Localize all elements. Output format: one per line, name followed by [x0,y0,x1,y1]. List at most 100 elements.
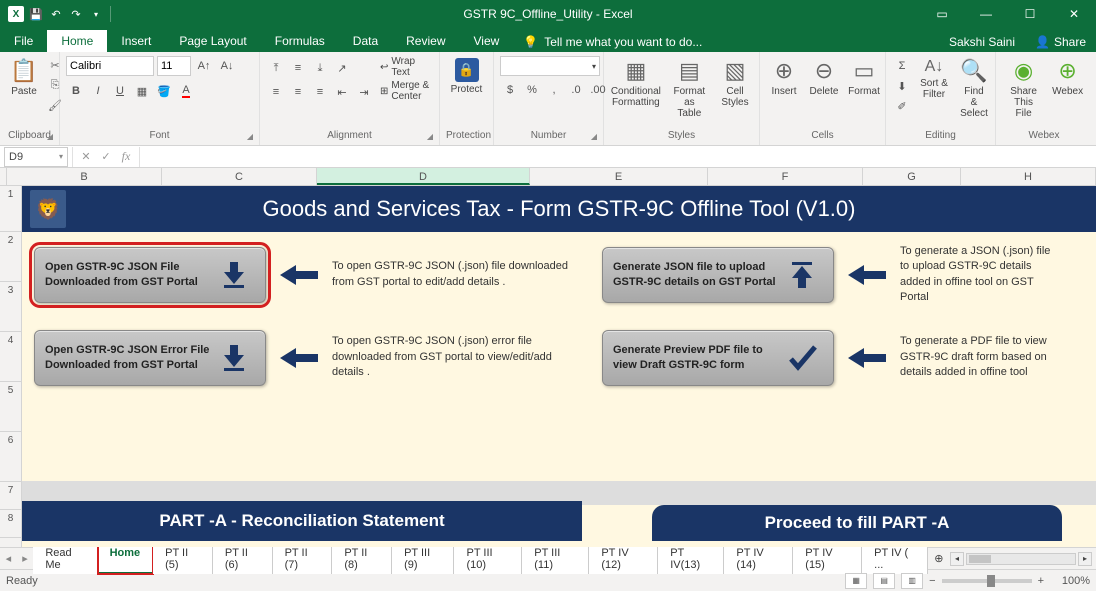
sheet-tab[interactable]: PT IV (12) [589,544,658,574]
sort-filter-button[interactable]: A↓Sort & Filter [916,56,952,102]
action-button[interactable]: Generate JSON file to upload GSTR-9C det… [602,247,834,303]
normal-view-icon[interactable]: ▦ [845,573,867,589]
proceed-button[interactable]: Proceed to fill PART -A [652,505,1062,541]
add-sheet-icon[interactable]: ⊕ [928,552,950,565]
scroll-right-icon[interactable]: ▸ [1078,552,1092,566]
page-layout-view-icon[interactable]: ▤ [873,573,895,589]
horizontal-scrollbar[interactable] [966,553,1076,565]
cancel-formula-icon[interactable]: ✕ [77,148,95,166]
fx-icon[interactable]: fx [117,148,135,166]
redo-icon[interactable]: ↷ [68,6,84,22]
percent-icon[interactable]: % [522,80,542,100]
row-header[interactable]: 2 [0,232,21,282]
ribbon-tab-formulas[interactable]: Formulas [261,30,339,52]
enter-formula-icon[interactable]: ✓ [97,148,115,166]
ribbon-tab-review[interactable]: Review [392,30,459,52]
row-header[interactable]: 3 [0,282,21,332]
increase-indent-icon[interactable]: ⇥ [354,82,374,102]
clear-icon[interactable]: ✐ [892,96,912,116]
align-right-icon[interactable]: ≡ [310,82,330,102]
ribbon-tab-view[interactable]: View [460,30,514,52]
sheet-tab[interactable]: PT II (6) [213,544,273,574]
find-select-button[interactable]: 🔍Find & Select [956,56,992,121]
save-icon[interactable]: 💾 [28,6,44,22]
sheet-tab[interactable]: PT II (5) [153,544,213,574]
action-button[interactable]: Open GSTR-9C JSON Error File Downloaded … [34,330,266,386]
font-color-icon[interactable]: A [176,81,196,101]
formula-bar[interactable] [140,147,1096,167]
format-as-table-button[interactable]: ▤Format as Table [666,56,713,121]
ribbon-tab-insert[interactable]: Insert [107,30,165,52]
decrease-font-icon[interactable]: A↓ [217,56,237,76]
webex-button[interactable]: ⊕Webex [1049,56,1086,99]
dialog-launcher-icon[interactable]: ◢ [427,132,433,141]
row-header[interactable]: 4 [0,332,21,382]
column-header[interactable]: E [530,168,708,185]
font-size-select[interactable] [157,56,191,76]
align-middle-icon[interactable]: ≡ [288,58,308,78]
sheet-tab[interactable]: PT II (7) [273,544,333,574]
fill-icon[interactable]: ⬇ [892,76,912,96]
action-button[interactable]: Open GSTR-9C JSON File Downloaded from G… [34,247,266,303]
tab-nav-next-icon[interactable]: ▸ [17,552,34,565]
page-break-view-icon[interactable]: ▥ [901,573,923,589]
italic-icon[interactable]: I [88,81,108,101]
row-header[interactable]: 8 [0,510,21,538]
zoom-slider[interactable] [942,579,1032,583]
format-cells-button[interactable]: ▭Format [846,56,882,99]
sheet-tab[interactable]: PT IV(13) [658,544,724,574]
select-all-corner[interactable] [0,168,7,185]
sheet-tab[interactable]: PT IV (15) [793,544,862,574]
ribbon-tab-home[interactable]: Home [47,30,107,52]
column-header[interactable]: D [317,168,530,185]
row-header[interactable]: 5 [0,382,21,432]
wrap-text-button[interactable]: ↩Wrap Text [380,56,433,78]
ribbon-tab-page-layout[interactable]: Page Layout [165,30,260,52]
cell-styles-button[interactable]: ▧Cell Styles [717,56,753,110]
insert-cells-button[interactable]: ⊕Insert [766,56,802,99]
comma-icon[interactable]: , [544,80,564,100]
sheet-tab[interactable]: PT III (11) [522,544,589,574]
sheet-content[interactable]: 🦁 Goods and Services Tax - Form GSTR-9C … [22,186,1096,547]
align-left-icon[interactable]: ≡ [266,82,286,102]
underline-icon[interactable]: U [110,81,130,101]
share-button[interactable]: 👤 Share [1025,32,1096,52]
merge-center-button[interactable]: ⊞Merge & Center [380,80,433,102]
qat-customize-icon[interactable]: ▾ [88,6,104,22]
close-icon[interactable]: ✕ [1052,0,1096,28]
sheet-tab[interactable]: PT II (8) [332,544,392,574]
sheet-tab[interactable]: Read Me [33,544,97,574]
action-button[interactable]: Generate Preview PDF file to view Draft … [602,330,834,386]
orientation-icon[interactable]: ↗ [332,58,352,78]
row-header[interactable]: 6 [0,432,21,482]
ribbon-tab-data[interactable]: Data [339,30,392,52]
sheet-tab[interactable]: PT III (9) [392,544,454,574]
number-format-select[interactable]: ▾ [500,56,600,76]
name-box[interactable]: D9 ▾ [4,147,68,167]
tell-me-search[interactable]: 💡 Tell me what you want to do... [513,32,712,52]
align-bottom-icon[interactable]: ⤓ [310,58,330,78]
delete-cells-button[interactable]: ⊖Delete [806,56,842,99]
column-header[interactable]: B [7,168,162,185]
dialog-launcher-icon[interactable]: ◢ [591,132,597,141]
increase-decimal-icon[interactable]: .0 [566,80,586,100]
bold-icon[interactable]: B [66,81,86,101]
font-name-select[interactable] [66,56,154,76]
ribbon-options-icon[interactable]: ▭ [920,0,964,28]
align-top-icon[interactable]: ⤒ [266,58,286,78]
dialog-launcher-icon[interactable]: ◢ [247,132,253,141]
account-name[interactable]: Sakshi Saini [939,32,1025,52]
column-header[interactable]: F [708,168,863,185]
webex-share-button[interactable]: ◉Share This File [1002,56,1045,121]
conditional-formatting-button[interactable]: ▦Conditional Formatting [610,56,662,110]
paste-button[interactable]: 📋 Paste [6,56,42,99]
decrease-indent-icon[interactable]: ⇤ [332,82,352,102]
dialog-launcher-icon[interactable]: ◢ [47,132,53,141]
maximize-icon[interactable]: ☐ [1008,0,1052,28]
column-header[interactable]: C [162,168,317,185]
align-center-icon[interactable]: ≡ [288,82,308,102]
currency-icon[interactable]: $ [500,80,520,100]
row-header[interactable]: 7 [0,482,21,510]
column-header[interactable]: H [961,168,1096,185]
tab-nav-prev-icon[interactable]: ◂ [0,552,17,565]
